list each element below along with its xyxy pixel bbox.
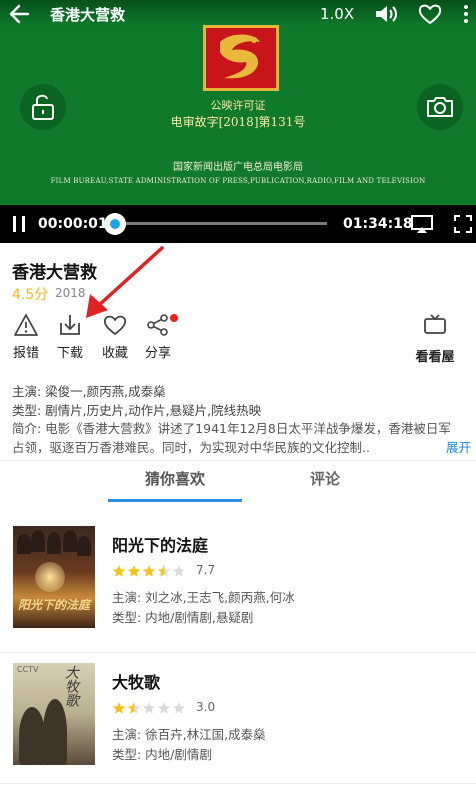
red-arrow-annotation — [86, 246, 164, 318]
report-button[interactable]: 报错 — [6, 313, 46, 361]
total-time: 01:34:18 — [343, 216, 413, 232]
current-time: 00:00:01 — [38, 216, 108, 232]
star-icon — [112, 702, 126, 714]
warning-icon — [14, 314, 38, 336]
collect-label: 收藏 — [101, 346, 128, 361]
star-icon — [112, 565, 126, 577]
share-icon — [147, 314, 168, 336]
star-rating — [112, 700, 187, 719]
poster-channel-mark: CCTV — [17, 665, 39, 674]
movie-year: 2018 — [55, 286, 86, 300]
cast-icon[interactable] — [410, 214, 434, 234]
star-icon — [142, 702, 156, 714]
rating-value: 7.7 — [196, 563, 216, 577]
certificate-number: 电审故字[2018]第131号 — [170, 115, 306, 129]
star-icon — [157, 702, 171, 714]
poster-title: 阳光下的法庭 — [18, 598, 91, 612]
list-item-cast: 主演: 刘之冰,王志飞,颜丙燕,何冰 — [112, 590, 295, 605]
star-icon — [127, 702, 141, 714]
tab-indicator — [108, 499, 242, 502]
heart-icon — [103, 315, 127, 335]
movie-genre: 类型: 剧情片,历史片,动作片,悬疑片,院线热映 — [12, 403, 262, 418]
camera-icon — [427, 97, 453, 117]
back-icon[interactable] — [8, 3, 30, 25]
movie-title: 香港大营救 — [12, 263, 97, 283]
list-item-genre: 类型: 内地/剧情剧,悬疑剧 — [112, 610, 254, 625]
player-title: 香港大营救 — [50, 6, 126, 24]
player-topbar: 香港大营救 1.0X — [0, 0, 476, 28]
section-divider — [0, 460, 476, 461]
screenshot-button[interactable] — [417, 84, 463, 130]
list-item[interactable]: CCTV 大牧歌 大牧歌 3.0 主演: 徐百卉,林江国,成泰燊 类型: 内地/… — [0, 660, 476, 780]
movie-score: 4.5分 — [12, 287, 49, 303]
share-button[interactable]: 分享 — [138, 313, 178, 361]
star-icon — [157, 565, 171, 577]
bureau-name-cn: 国家新闻出版广电总局电影局 — [173, 162, 303, 173]
list-item-title: 大牧歌 — [112, 673, 161, 692]
movie-cast: 主演: 梁俊一,颜丙燕,成泰燊 — [12, 384, 166, 399]
site-source-button[interactable]: 看看屋 — [410, 313, 460, 365]
list-divider — [0, 652, 476, 653]
screen-lock-button[interactable] — [20, 84, 66, 130]
seek-thumb[interactable] — [104, 213, 126, 235]
share-label: 分享 — [144, 346, 171, 361]
rating-value: 3.0 — [196, 700, 216, 714]
download-label: 下载 — [56, 346, 83, 361]
star-icon — [142, 565, 156, 577]
star-icon — [127, 565, 141, 577]
star-icon — [172, 702, 186, 714]
star-rating — [112, 563, 187, 582]
list-item-cast: 主演: 徐百卉,林江国,成泰燊 — [112, 727, 266, 742]
pause-icon[interactable] — [12, 216, 26, 232]
site-label: 看看屋 — [415, 350, 455, 365]
heart-icon[interactable] — [418, 3, 442, 25]
star-icon — [172, 565, 186, 577]
bureau-name-en: FILM BUREAU,STATE ADMINISTRATION OF PRES… — [50, 177, 426, 185]
download-button[interactable]: 下载 — [50, 313, 90, 361]
fullscreen-icon[interactable] — [454, 215, 472, 233]
list-item-genre: 类型: 内地/剧情剧 — [112, 747, 212, 762]
share-badge-dot — [170, 314, 178, 322]
collect-button[interactable]: 收藏 — [95, 313, 135, 361]
seek-bar[interactable] — [114, 222, 327, 225]
list-divider — [0, 783, 476, 784]
movie-intro: 简介: 电影《香港大营救》讲述了1941年12月8日太平洋战争爆发，香港被日军占… — [12, 421, 451, 455]
list-item-title: 阳光下的法庭 — [112, 536, 209, 555]
download-icon — [60, 315, 80, 335]
unlock-icon — [32, 94, 54, 120]
video-player[interactable]: 公映许可证 电审故字[2018]第131号 国家新闻出版广电总局电影局 FILM… — [0, 0, 476, 243]
expand-link[interactable]: 展开 — [446, 437, 471, 456]
poster-title: 大牧歌 — [63, 665, 79, 707]
movie-poster: 阳光下的法庭 — [13, 526, 95, 628]
tab-comment[interactable]: 评论 — [260, 468, 390, 489]
speed-button[interactable]: 1.0X — [320, 5, 354, 23]
tab-guess-you-like[interactable]: 猜你喜欢 — [110, 468, 240, 489]
studio-logo — [203, 25, 279, 91]
list-item[interactable]: 阳光下的法庭 阳光下的法庭 7.7 主演: 刘之冰,王志飞,颜丙燕,何冰 类型:… — [0, 523, 476, 643]
tv-icon — [424, 314, 446, 334]
movie-poster: CCTV 大牧歌 — [13, 663, 95, 765]
more-icon[interactable] — [460, 3, 472, 25]
volume-icon[interactable] — [374, 3, 398, 25]
player-controls: 00:00:01 01:34:18 — [0, 205, 476, 243]
certificate-title: 公映许可证 — [210, 99, 266, 112]
report-label: 报错 — [12, 346, 39, 361]
